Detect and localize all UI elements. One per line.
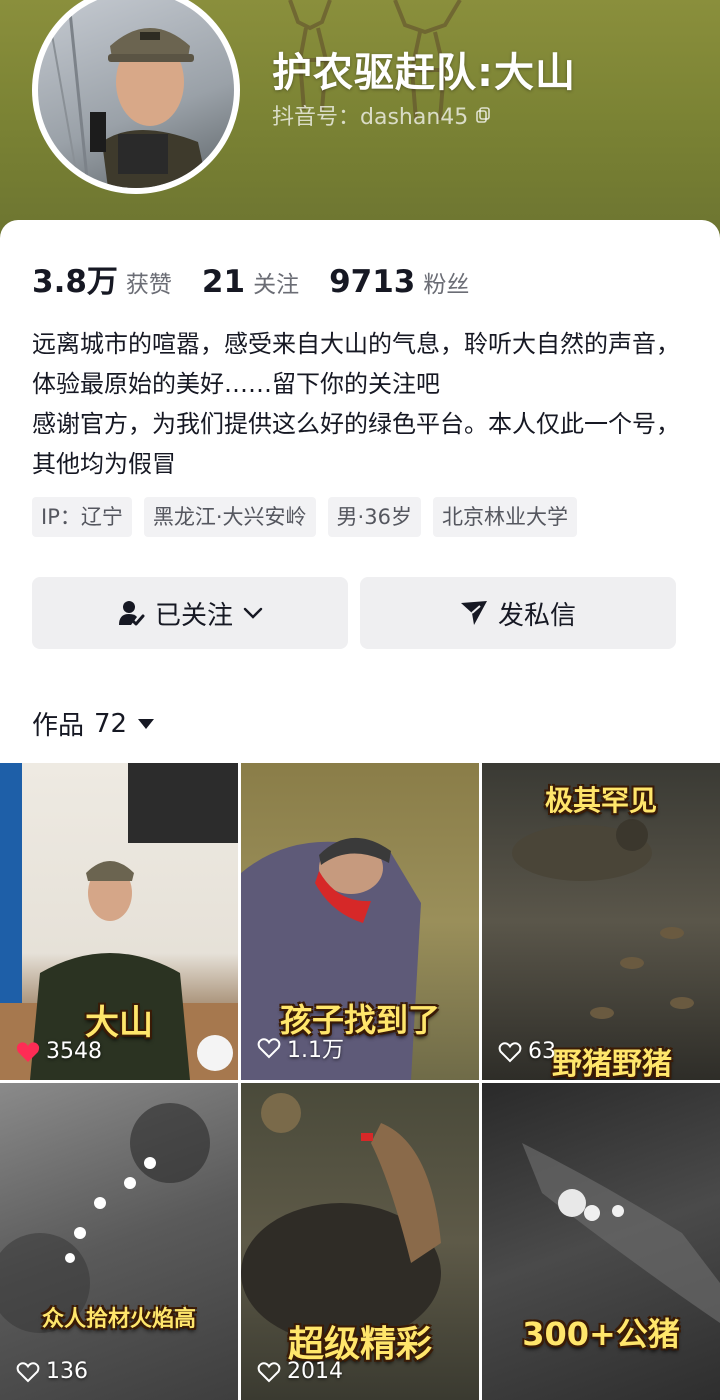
- video-likes-count: 136: [46, 1359, 88, 1384]
- video-title-top: 极其罕见: [544, 784, 657, 817]
- works-count: 72: [94, 708, 128, 739]
- avatar-portrait-icon: [47, 0, 208, 188]
- caret-down-icon: [138, 718, 155, 729]
- video-likes-count: 2014: [287, 1359, 343, 1384]
- stat-likes-value: 3.8万: [32, 264, 118, 300]
- video-likes: 136: [16, 1359, 88, 1384]
- video-thumb-image: [0, 1103, 210, 1333]
- stat-likes[interactable]: 3.8万 获赞: [32, 256, 172, 301]
- video-title: 大山: [85, 1003, 153, 1043]
- douyin-id[interactable]: 抖音号：dashan45: [272, 99, 491, 131]
- tag-ip: IP：辽宁: [32, 497, 132, 537]
- profile-bio: 远离城市的喧嚣，感受来自大山的气息，聆听大自然的声音，体验最原始的美好……留下你…: [32, 330, 680, 478]
- stat-following[interactable]: 21 关注: [202, 264, 299, 300]
- video-thumb[interactable]: 极其罕见 野猪野猪 63: [482, 763, 720, 1080]
- video-title: 300+公猪: [522, 1315, 680, 1353]
- stat-followers-value: 9713: [329, 264, 416, 300]
- tag-location[interactable]: 黑龙江·大兴安岭: [143, 497, 316, 537]
- heart-icon: [16, 1041, 40, 1062]
- video-likes-count: 1.1万: [287, 1038, 344, 1063]
- message-button-label: 发私信: [497, 600, 576, 631]
- stat-likes-label: 获赞: [125, 272, 172, 298]
- works-tab[interactable]: 作品 72: [32, 705, 155, 742]
- video-title: 众人拾材火焰高: [41, 1307, 196, 1332]
- chevron-down-icon: [243, 607, 263, 619]
- heart-icon: [498, 1041, 522, 1062]
- video-likes: 63: [498, 1039, 556, 1064]
- stat-followers[interactable]: 9713 粉丝: [329, 264, 469, 300]
- avatar: [38, 0, 234, 188]
- message-button[interactable]: 发私信: [360, 577, 676, 649]
- heart-icon: [257, 1361, 281, 1382]
- video-thumb[interactable]: 300+公猪: [482, 1083, 720, 1400]
- heart-icon: [16, 1361, 40, 1382]
- user-check-icon: [118, 601, 145, 626]
- video-likes-count: 3548: [46, 1039, 102, 1064]
- stat-following-value: 21: [201, 264, 246, 300]
- profile-name: 护农驱赶队:大山: [272, 50, 576, 96]
- send-icon: [460, 601, 487, 625]
- profile-tags: IP：辽宁 黑龙江·大兴安岭 男·36岁 北京林业大学: [32, 497, 577, 537]
- video-likes: 3548: [16, 1039, 102, 1064]
- video-thumb[interactable]: 超级精彩 2014: [241, 1083, 479, 1400]
- douyin-id-text: 抖音号：dashan45: [272, 105, 469, 130]
- video-likes: 1.1万: [257, 1032, 344, 1064]
- follow-button-label: 已关注: [154, 600, 233, 631]
- tag-school[interactable]: 北京林业大学: [432, 497, 577, 537]
- follow-button[interactable]: 已关注: [32, 577, 348, 649]
- copy-icon[interactable]: [476, 107, 491, 123]
- video-thumb[interactable]: 大山 3548: [0, 763, 238, 1080]
- video-grid: 大山 3548 孩子找到了 1.1万 极其罕见 野猪野猪 63 众人拾材火焰高 …: [0, 763, 720, 1400]
- stats-row: 3.8万 获赞 21 关注 9713 粉丝: [32, 256, 499, 301]
- stat-followers-label: 粉丝: [423, 272, 470, 298]
- heart-icon: [257, 1038, 281, 1059]
- video-likes-count: 63: [528, 1039, 556, 1064]
- video-thumb[interactable]: 孩子找到了 1.1万: [241, 763, 479, 1080]
- video-likes: 2014: [257, 1359, 343, 1384]
- stat-following-label: 关注: [253, 272, 300, 298]
- video-thumb[interactable]: 众人拾材火焰高 136: [0, 1083, 238, 1400]
- tag-gender-age: 男·36岁: [327, 497, 421, 537]
- works-label: 作品: [32, 711, 85, 741]
